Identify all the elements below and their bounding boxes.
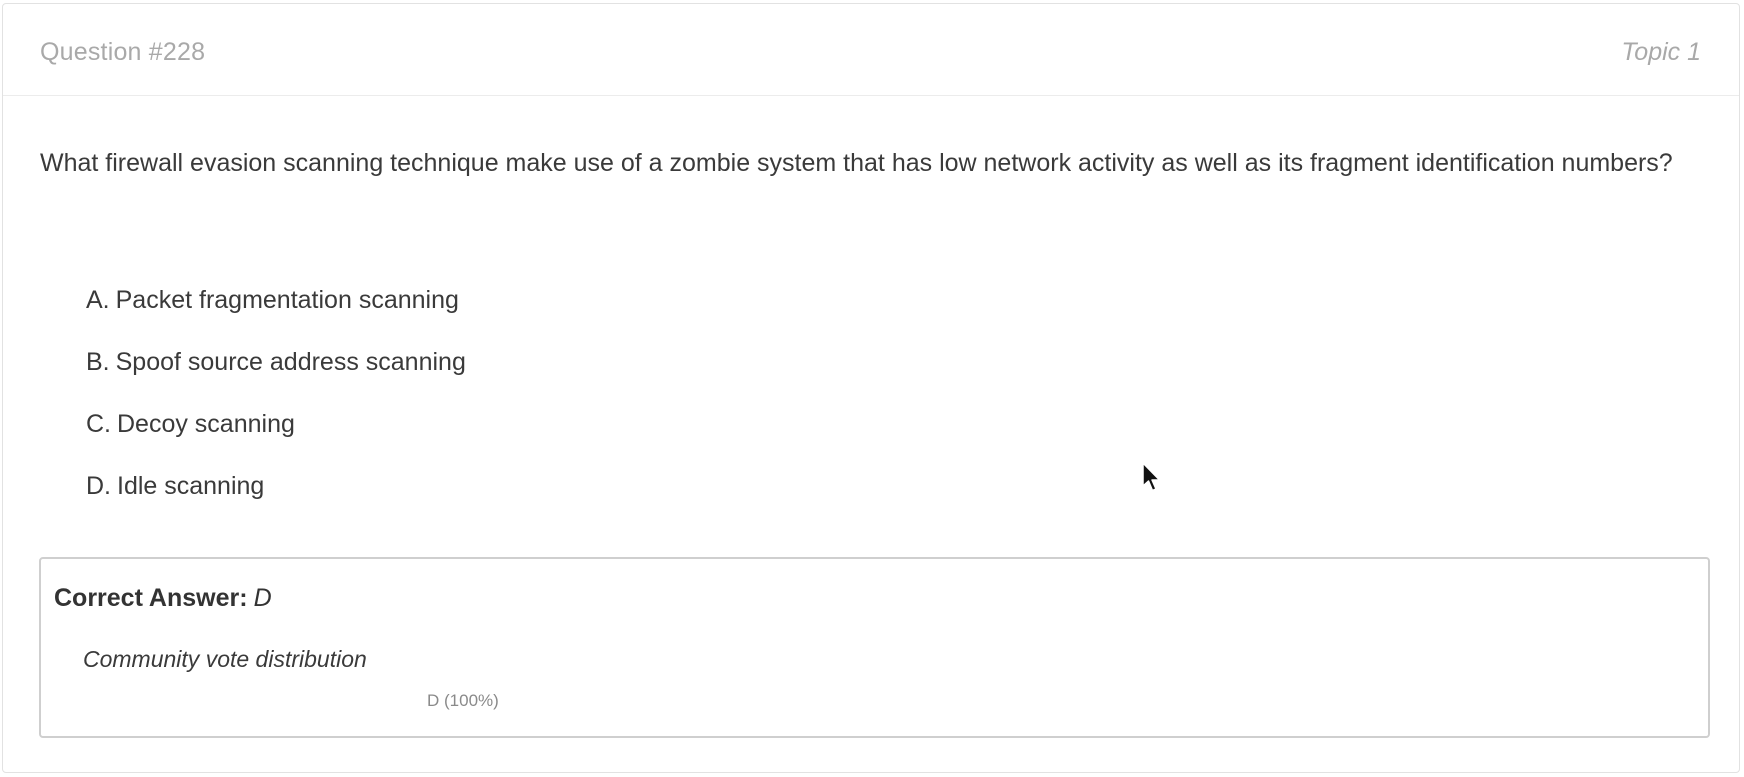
question-card: Question #228 Topic 1 What firewall evas… [2, 3, 1740, 773]
choice-text: Packet fragmentation scanning [115, 286, 459, 314]
correct-answer-label: Correct Answer: [54, 584, 248, 612]
choice-letter: A. [86, 286, 110, 314]
question-header: Question #228 Topic 1 [3, 4, 1739, 96]
choice-d[interactable]: D. Idle scanning [86, 472, 466, 534]
vote-distribution-label: D (100%) [427, 691, 499, 710]
choice-text: Idle scanning [117, 472, 265, 500]
vote-distribution-bar [59, 687, 759, 717]
choice-b[interactable]: B. Spoof source address scanning [86, 348, 466, 410]
choice-letter: D. [86, 472, 111, 500]
correct-answer-line: Correct Answer: D [54, 584, 272, 613]
vote-distribution-title: Community vote distribution [83, 646, 367, 672]
correct-answer-box: Correct Answer: D Community vote distribu… [39, 557, 1710, 738]
mouse-pointer-icon [1142, 462, 1161, 492]
question-number: Question #228 [40, 38, 206, 66]
topic-label: Topic 1 [1621, 38, 1701, 66]
choice-text: Spoof source address scanning [115, 348, 466, 376]
choice-letter: B. [86, 348, 110, 376]
correct-answer-value: D [253, 584, 272, 612]
choice-list: A. Packet fragmentation scanning B. Spoof … [86, 286, 466, 534]
question-text: What firewall evasion scanning technique… [40, 149, 1673, 177]
choice-letter: C. [86, 410, 111, 438]
choice-c[interactable]: C. Decoy scanning [86, 410, 466, 472]
choice-text: Decoy scanning [117, 410, 295, 438]
choice-a[interactable]: A. Packet fragmentation scanning [86, 286, 466, 348]
